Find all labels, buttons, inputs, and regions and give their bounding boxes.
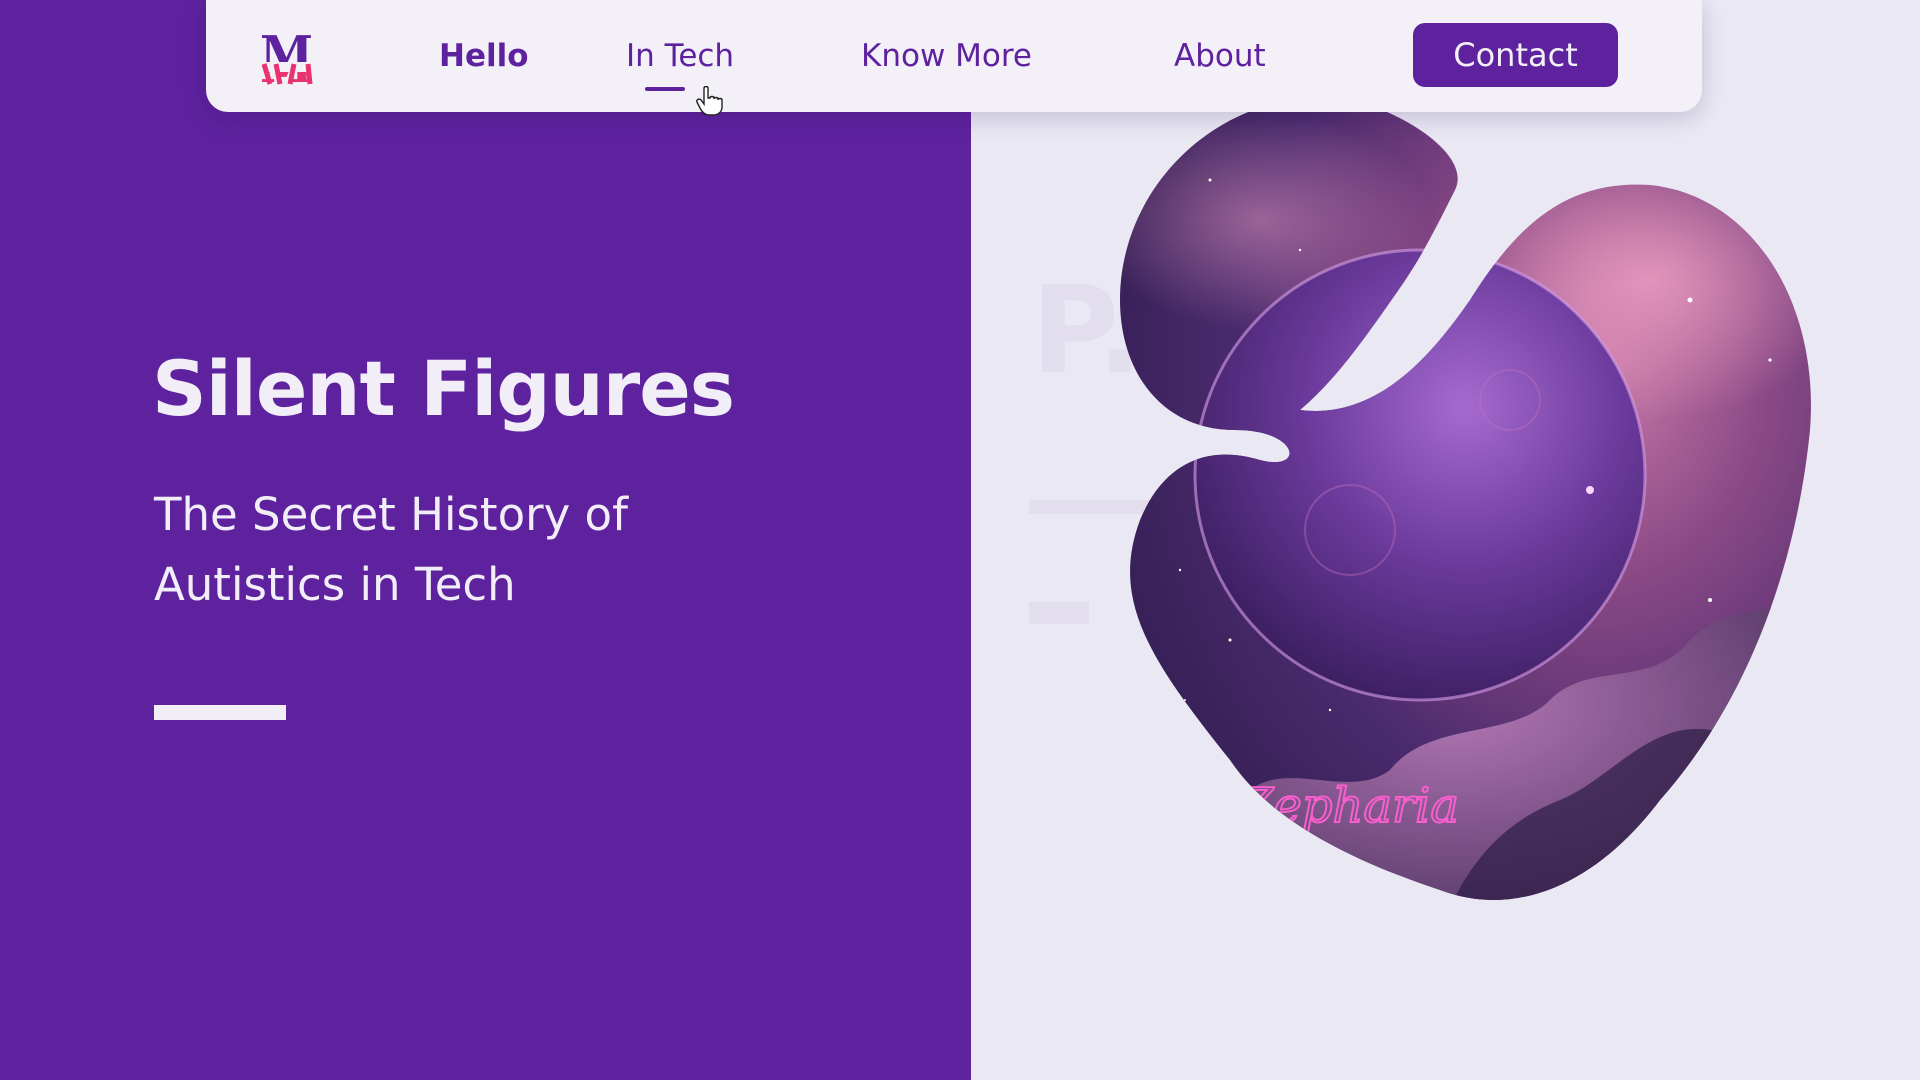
nav-item-hello[interactable]: Hello bbox=[439, 38, 529, 74]
neon-sign-text: Zepharia bbox=[1238, 778, 1459, 834]
hero-panel: Silent Figures The Secret History of Aut… bbox=[0, 0, 971, 1080]
contact-button[interactable]: Contact bbox=[1413, 23, 1618, 87]
nav-item-about[interactable]: About bbox=[1174, 38, 1266, 74]
top-navbar: M M Hello In Tech Know More About Contac… bbox=[206, 0, 1702, 116]
hero-divider bbox=[154, 705, 286, 720]
hero-subtitle-line-2: Autistics in Tech bbox=[154, 558, 516, 611]
nav-item-know-more[interactable]: Know More bbox=[861, 38, 1032, 74]
hero-subtitle-line-1: The Secret History of bbox=[154, 488, 628, 541]
m-monogram-logo-icon[interactable]: M M bbox=[254, 26, 328, 88]
hero-subtitle: The Secret History of Autistics in Tech bbox=[154, 480, 714, 620]
hero-title: Silent Figures bbox=[152, 344, 735, 433]
hand-pointer-cursor-icon bbox=[696, 86, 723, 116]
ghost-text-block bbox=[1029, 602, 1089, 624]
nav-active-indicator bbox=[645, 87, 685, 91]
space-artwork: Zepharia bbox=[1120, 100, 1811, 900]
nav-item-in-tech[interactable]: In Tech bbox=[626, 38, 734, 74]
